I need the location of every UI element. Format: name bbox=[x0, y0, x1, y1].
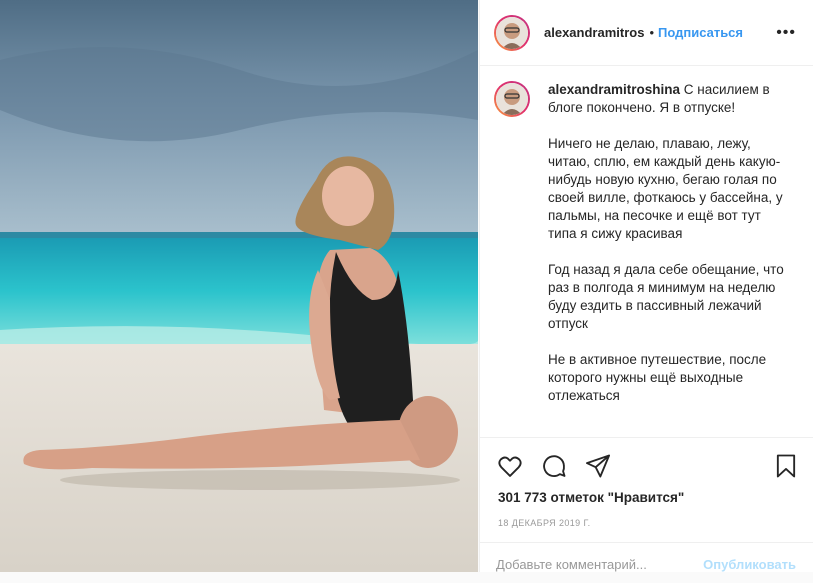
post-header: alexandramitros • Подписаться ••• bbox=[480, 0, 813, 66]
bookmark-icon[interactable] bbox=[772, 452, 800, 480]
profile-photo-icon bbox=[496, 83, 528, 115]
publish-button[interactable]: Опубликовать bbox=[703, 557, 796, 572]
avatar-image bbox=[496, 16, 528, 49]
profile-photo-icon bbox=[496, 16, 528, 49]
beach-photo bbox=[0, 0, 478, 572]
separator-dot: • bbox=[649, 25, 654, 40]
post-date[interactable]: 18 ДЕКАБРЯ 2019 Г. bbox=[498, 518, 591, 528]
caption-username[interactable]: alexandramitroshina bbox=[548, 82, 680, 97]
comment-bar: Опубликовать bbox=[480, 542, 813, 583]
comment-icon[interactable] bbox=[540, 452, 568, 480]
action-icons bbox=[496, 452, 800, 480]
caption-text-block: alexandramitroshina С насилием в блоге п… bbox=[548, 81, 788, 405]
caption-section: alexandramitroshina С насилием в блоге п… bbox=[480, 67, 813, 437]
caption-avatar[interactable] bbox=[494, 81, 530, 117]
comment-input[interactable] bbox=[496, 557, 696, 572]
header-username[interactable]: alexandramitros bbox=[544, 25, 644, 40]
caption-row: alexandramitroshina С насилием в блоге п… bbox=[494, 81, 798, 405]
follow-button[interactable]: Подписаться bbox=[658, 25, 743, 40]
likes-count[interactable]: 301 773 отметок "Нравится" bbox=[498, 490, 684, 505]
caption-avatar-image bbox=[496, 83, 528, 115]
instagram-post: alexandramitros • Подписаться ••• alexan… bbox=[0, 0, 813, 572]
post-sidebar: alexandramitros • Подписаться ••• alexan… bbox=[479, 0, 813, 572]
more-horizontal-icon[interactable]: ••• bbox=[776, 24, 796, 42]
avatar[interactable] bbox=[494, 14, 530, 51]
heart-icon[interactable] bbox=[496, 452, 524, 480]
share-icon[interactable] bbox=[584, 452, 612, 480]
post-image[interactable] bbox=[0, 0, 478, 572]
caption-body: С насилием в блоге покончено. Я в отпуск… bbox=[548, 82, 784, 403]
